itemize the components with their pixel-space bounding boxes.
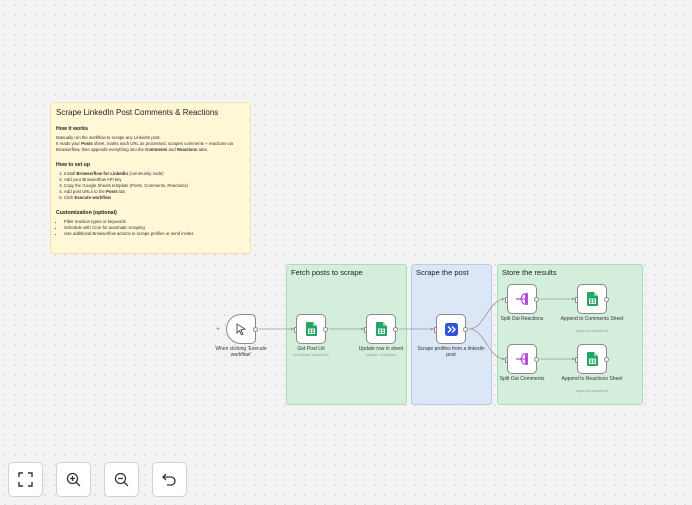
google-sheets-icon — [375, 322, 387, 336]
zoom-out-button[interactable] — [104, 462, 139, 497]
append-comments-label: Append to Comments Sheet — [560, 316, 624, 322]
google-sheets-icon — [305, 322, 317, 336]
split-comments-label: Split Out Comments — [499, 376, 545, 382]
update-row-label: Update row in sheet — [358, 346, 404, 352]
update-row-subtitle: update: undefined — [365, 353, 397, 357]
split-out-icon — [516, 353, 528, 365]
output-port[interactable] — [604, 357, 609, 362]
input-port[interactable] — [575, 357, 578, 363]
connection-line — [468, 298, 506, 330]
split-out-comments-node[interactable] — [505, 344, 539, 374]
zoom-in-button[interactable] — [56, 462, 91, 497]
input-port[interactable] — [434, 327, 437, 333]
undo-button[interactable] — [152, 462, 187, 497]
scrape-linkedin-node[interactable] — [434, 314, 468, 344]
input-port[interactable] — [364, 327, 367, 333]
append-reactions-subtitle: append: undefined — [576, 389, 608, 393]
fit-view-icon — [18, 472, 33, 487]
trigger-bolt-icon: + — [216, 326, 220, 333]
fit-view-button[interactable] — [8, 462, 43, 497]
manual-trigger-node[interactable] — [226, 314, 258, 344]
cursor-icon — [236, 323, 247, 336]
split-reactions-label: Split Out Reactions — [500, 316, 544, 322]
output-port[interactable] — [534, 357, 539, 362]
input-port[interactable] — [505, 297, 508, 303]
input-port[interactable] — [294, 327, 297, 333]
connections: + — [216, 297, 575, 361]
zoom-out-icon — [114, 472, 129, 487]
update-row-node[interactable] — [364, 314, 398, 344]
get-post-url-node[interactable] — [294, 314, 328, 344]
append-comments-node[interactable] — [575, 284, 609, 314]
split-out-reactions-node[interactable] — [505, 284, 539, 314]
output-port[interactable] — [253, 327, 258, 332]
append-comments-subtitle: append: undefined — [576, 329, 608, 333]
append-reactions-node[interactable] — [575, 344, 609, 374]
append-reactions-label: Append to Reactions Sheet — [561, 376, 623, 382]
output-port[interactable] — [323, 327, 328, 332]
split-out-icon — [516, 293, 528, 305]
output-port[interactable] — [393, 327, 398, 332]
browserflow-icon — [444, 322, 458, 336]
zoom-in-icon — [66, 472, 81, 487]
google-sheets-icon — [586, 292, 598, 306]
get-post-url-label: Get Post Url — [297, 346, 325, 352]
input-port[interactable] — [505, 357, 508, 363]
undo-icon — [162, 473, 176, 486]
get-post-url-subtitle: undefined: undefined — [293, 353, 329, 357]
output-port[interactable] — [534, 297, 539, 302]
trigger-label: When clicking 'Execute workflow' — [215, 346, 267, 358]
output-port[interactable] — [604, 297, 609, 302]
google-sheets-icon — [586, 352, 598, 366]
output-port[interactable] — [463, 327, 468, 332]
input-port[interactable] — [575, 297, 578, 303]
scrape-label: Scrape profiles from a linkedin post — [417, 346, 485, 358]
